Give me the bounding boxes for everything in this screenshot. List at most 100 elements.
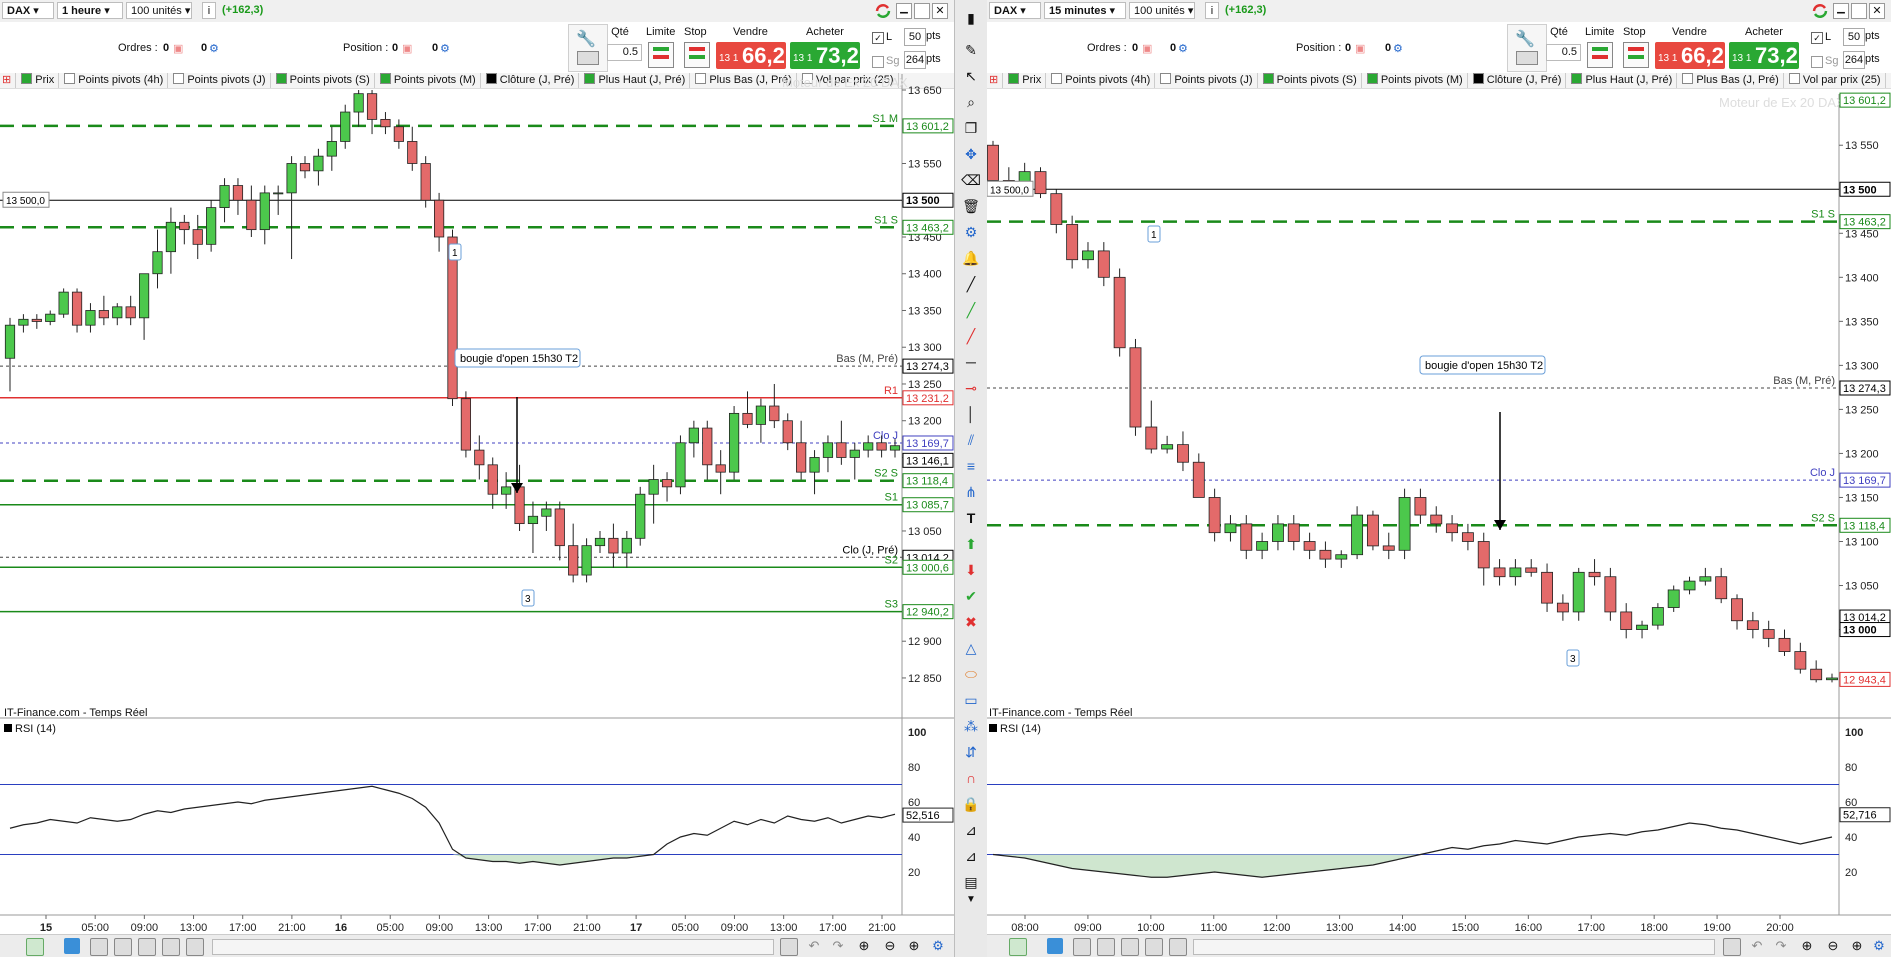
candle: [1066, 224, 1079, 261]
zoom-fit-icon[interactable]: ⊕: [856, 938, 872, 954]
candle: [1351, 514, 1364, 556]
price-tag: 13 500: [1839, 181, 1891, 197]
draw-chart-icon[interactable]: ⊿: [961, 820, 981, 840]
redo-icon[interactable]: ↷: [830, 938, 846, 954]
cursor-icon[interactable]: ↖: [961, 66, 981, 86]
red-line-icon[interactable]: ╱: [961, 326, 981, 346]
magnet-snap-icon[interactable]: ∩: [961, 768, 981, 788]
collapse-icon[interactable]: ▮: [961, 8, 981, 28]
time-tick-label: 09:00: [1074, 922, 1102, 934]
time-tick-label: 17:00: [524, 922, 552, 934]
hide-icon[interactable]: ▤: [961, 872, 981, 892]
price-chart-right[interactable]: Moteur de Ex 20 DAX 13 550 13 450 13 400 13 …: [987, 0, 1891, 935]
undo-icon[interactable]: ↶: [806, 938, 822, 954]
candle: [849, 449, 860, 458]
rsi-label[interactable]: RSI (14): [989, 723, 1041, 735]
lock-icon[interactable]: 🔒: [961, 794, 981, 814]
arrow-down-icon[interactable]: ⬇: [961, 560, 981, 580]
zoom-out-icon[interactable]: ⊖: [882, 938, 898, 954]
price-tag: 13 601,2: [1839, 92, 1891, 108]
share-icon[interactable]: [1047, 938, 1063, 954]
points-icon[interactable]: ⁂: [961, 716, 981, 736]
candle: [165, 221, 177, 253]
horizontal-scrollbar[interactable]: [212, 939, 774, 955]
share-icon[interactable]: [64, 938, 80, 954]
horizontal-scrollbar[interactable]: [1193, 939, 1715, 955]
screenshot-icon[interactable]: [1121, 938, 1139, 956]
candle: [1414, 497, 1427, 516]
time-tick-label: 09:00: [131, 922, 159, 934]
candle: [1477, 541, 1490, 569]
chart-type-icon[interactable]: [1009, 938, 1027, 956]
eraser-icon[interactable]: ⌫: [961, 170, 981, 190]
green-line-icon[interactable]: ╱: [961, 300, 981, 320]
candle: [45, 313, 56, 322]
measure-icon[interactable]: ⇵: [961, 742, 981, 762]
chart-type-icon[interactable]: [26, 938, 44, 956]
rsi-tick-label: 40: [1845, 832, 1857, 844]
undo-icon[interactable]: ↶: [1749, 938, 1765, 954]
zoom-fit-icon[interactable]: ⊕: [1799, 938, 1815, 954]
camera-icon[interactable]: [162, 938, 180, 956]
copy-icon[interactable]: ❐: [961, 118, 981, 138]
print-icon[interactable]: [1169, 938, 1187, 956]
price-tag: 12 943,4: [1839, 671, 1891, 687]
annotation-text: bougie d'open 15h30 T2: [1425, 360, 1543, 372]
fibonacci-icon[interactable]: ≡: [961, 456, 981, 476]
candle: [782, 420, 793, 444]
triangle-icon[interactable]: △: [961, 638, 981, 658]
channel-icon[interactable]: ⫽: [961, 430, 981, 450]
vertical-line-icon[interactable]: │: [961, 404, 981, 424]
price-chart-left[interactable]: Moteur de Ex 20 DAX13 65013 55013 45013 …: [0, 0, 954, 935]
candle: [313, 155, 324, 172]
indicator-draw-icon[interactable]: ⊿: [961, 846, 981, 866]
candle: [1493, 567, 1506, 578]
layout-icon[interactable]: [1097, 938, 1115, 956]
scroll-down-icon[interactable]: ▼: [961, 890, 981, 910]
check-icon[interactable]: ✔: [961, 586, 981, 606]
print-icon[interactable]: [186, 938, 204, 956]
rsi-tick-label: 100: [908, 727, 926, 739]
price-tag: 13 118,4: [902, 473, 954, 489]
price-tag-text: 13 118,4: [1843, 520, 1885, 532]
price-tag-text: 13 169,7: [906, 438, 949, 450]
settings-bottom-icon[interactable]: ⚙: [930, 938, 946, 954]
source-label: IT-Finance.com - Temps Réel: [989, 707, 1133, 719]
ellipse-icon[interactable]: ⬭: [961, 664, 981, 684]
window-icon[interactable]: [90, 938, 108, 956]
camera-icon[interactable]: [1145, 938, 1163, 956]
zoom-out-icon[interactable]: ⊖: [1825, 938, 1841, 954]
move-icon[interactable]: ✥: [961, 144, 981, 164]
layout-icon[interactable]: [114, 938, 132, 956]
text-icon[interactable]: T: [961, 508, 981, 528]
candle: [568, 545, 579, 576]
candle: [1335, 554, 1348, 560]
price-tag-text: 12 943,4: [1843, 674, 1886, 686]
candle: [1572, 571, 1585, 613]
window-icon[interactable]: [1073, 938, 1091, 956]
trash-icon[interactable]: 🗑: [961, 196, 981, 216]
horizontal-line-icon[interactable]: ─: [961, 352, 981, 372]
alert-bell-icon[interactable]: 🔔: [961, 248, 981, 268]
candle: [98, 310, 109, 319]
calendar-icon[interactable]: [1723, 938, 1741, 956]
settings-bottom-icon[interactable]: ⚙: [1871, 938, 1887, 954]
price-tag-text: 13 169,7: [1843, 475, 1886, 487]
magnet-icon[interactable]: ⚙: [961, 222, 981, 242]
zoom-tool-icon[interactable]: ⌕: [961, 92, 981, 112]
cross-icon[interactable]: ✖: [961, 612, 981, 632]
calendar-icon[interactable]: [780, 938, 798, 956]
candle: [1224, 523, 1237, 534]
redo-icon[interactable]: ↷: [1773, 938, 1789, 954]
line-tool-icon[interactable]: ╱: [961, 274, 981, 294]
pitchfork-icon[interactable]: ⋔: [961, 482, 981, 502]
arrow-up-icon[interactable]: ⬆: [961, 534, 981, 554]
zoom-in-icon[interactable]: ⊕: [1849, 938, 1865, 954]
rsi-label[interactable]: RSI (14): [4, 723, 56, 735]
zoom-in-icon[interactable]: ⊕: [906, 938, 922, 954]
pencil-icon[interactable]: ✎: [961, 40, 981, 60]
rectangle-icon[interactable]: ▭: [961, 690, 981, 710]
screenshot-icon[interactable]: [138, 938, 156, 956]
time-tick-label: 11:00: [1200, 922, 1227, 934]
ray-icon[interactable]: ⊸: [961, 378, 981, 398]
